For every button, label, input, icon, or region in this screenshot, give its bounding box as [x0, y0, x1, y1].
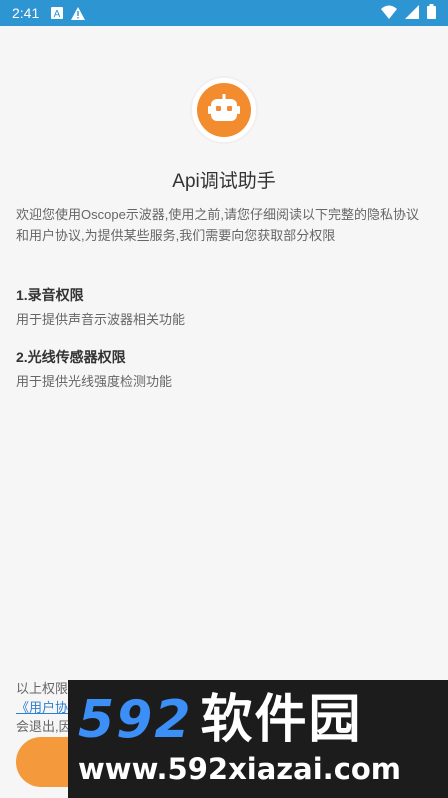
intro-text: 欢迎您使用Oscope示波器,使用之前,请您仔细阅读以下完整的隐私协议和用户协议… — [16, 207, 420, 243]
watermark-url: www.592xiazai.com — [78, 752, 402, 786]
warning-icon — [71, 6, 86, 20]
svg-text:A: A — [54, 9, 61, 19]
screen: 2:41 A Api调试助手 欢迎您使用Oscope示波器,使用之前,请您仔细阅… — [0, 0, 448, 798]
watermark-logo: 592 软件园 — [78, 692, 448, 748]
permission-desc-light-sensor: 用于提供光线强度检测功能 — [16, 374, 173, 389]
watermark-name: 软件园 — [200, 690, 363, 750]
permission-title-light-sensor: 2.光线传感器权限 — [16, 349, 126, 365]
status-icons — [381, 3, 436, 23]
permission-title-audio: 1.录音权限 — [16, 287, 84, 303]
battery-icon — [427, 3, 436, 23]
notification-a-icon: A — [51, 7, 64, 19]
wifi-icon — [381, 4, 397, 23]
watermark-overlay: 592 软件园 www.592xiazai.com — [68, 680, 448, 798]
app-logo — [192, 78, 256, 142]
watermark-number: 592 — [78, 690, 193, 750]
signal-icon — [405, 4, 419, 23]
robot-icon — [197, 83, 251, 137]
status-bar: 2:41 A — [0, 0, 448, 26]
status-time: 2:41 — [12, 5, 40, 21]
app-title: Api调试助手 — [172, 171, 276, 192]
user-agreement-link[interactable]: 《用户协 — [16, 700, 68, 715]
permission-desc-audio: 用于提供声音示波器相关功能 — [16, 312, 186, 327]
